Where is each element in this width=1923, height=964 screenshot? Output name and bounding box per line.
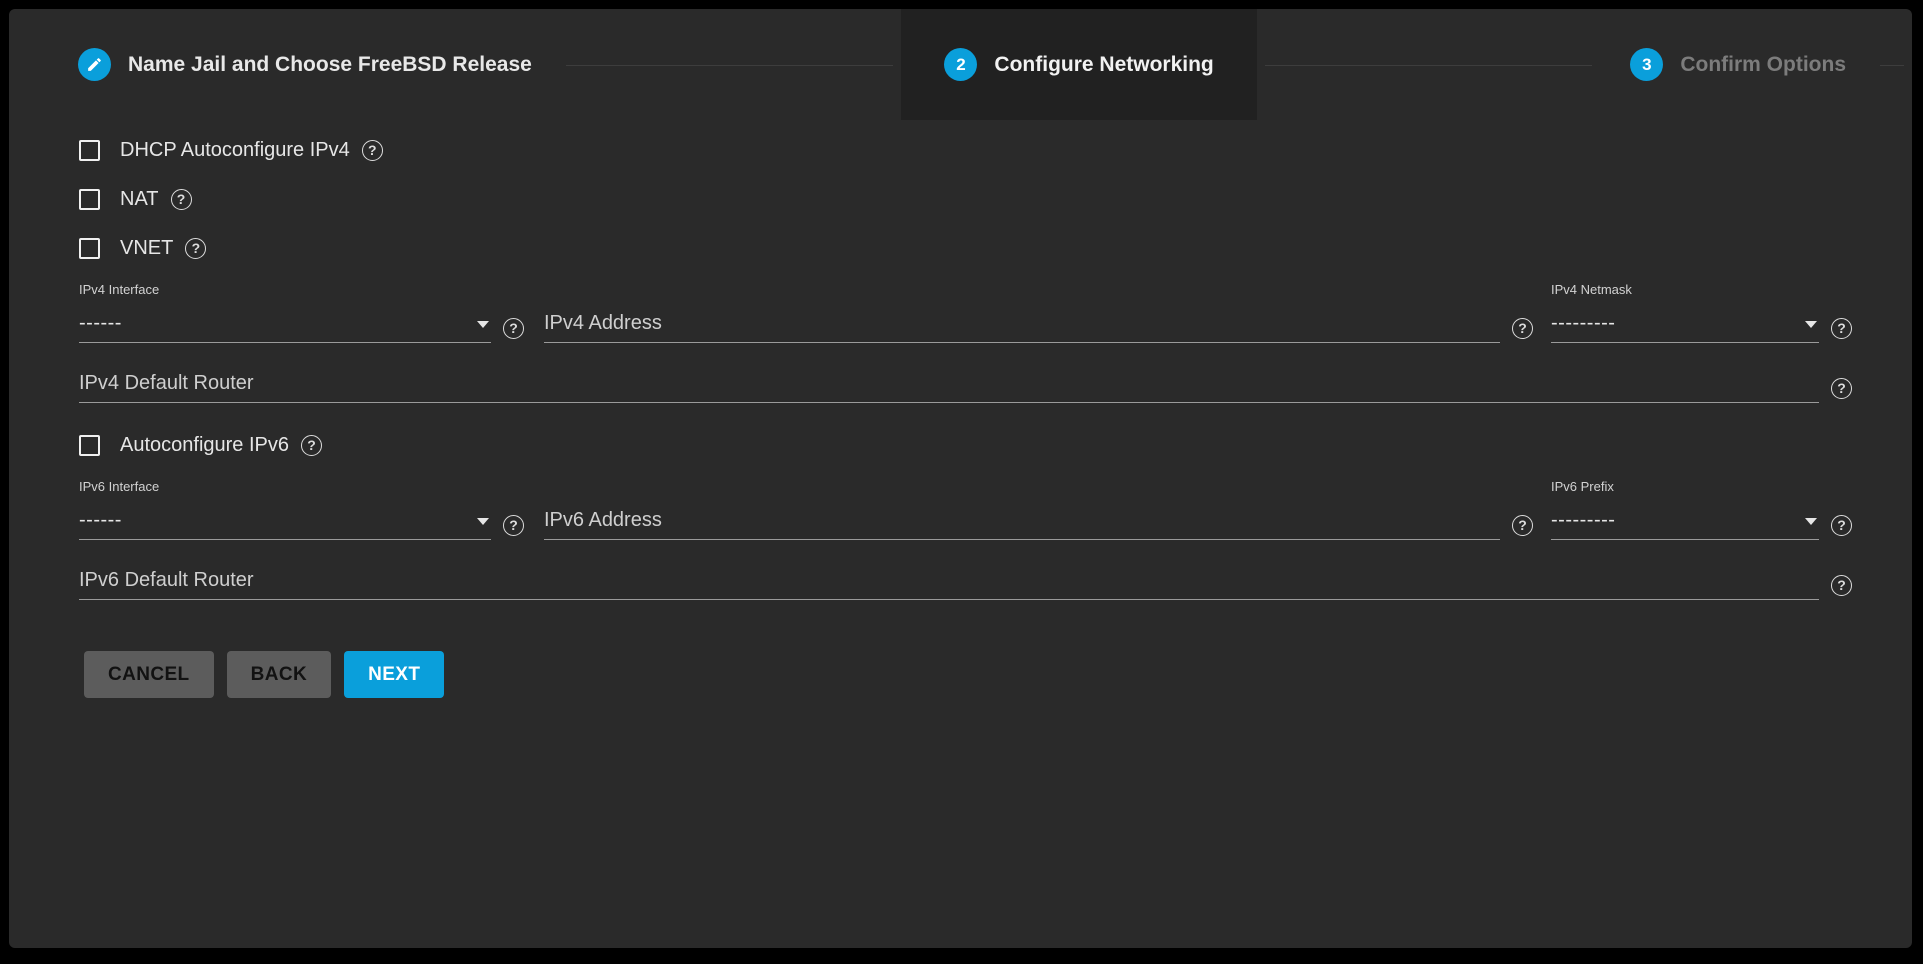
help-icon-ipv6-interface[interactable]: ? [503,515,524,536]
row-ipv6-default-router: IPv6 Default Router ? [79,568,1852,600]
step-badge-2: 2 [944,48,977,81]
help-wrap-ipv6-default-router: ? [1819,575,1852,600]
value-ipv4-netmask: --------- [1551,311,1819,335]
input-ipv4-address[interactable]: IPv4 Address [544,311,1500,343]
placeholder-ipv6-default-router: IPv6 Default Router [79,568,1819,592]
checkbox-nat[interactable] [79,189,100,210]
help-icon-ipv6-prefix[interactable]: ? [1831,515,1852,536]
help-icon-autoconfigure-ipv6[interactable]: ? [301,435,322,456]
row-ipv4-network: IPv4 Interface ------ ? IPv4 Address ? I… [79,282,1852,343]
help-icon-ipv4-interface[interactable]: ? [503,318,524,339]
label-dhcp-autoconfigure-ipv4: DHCP Autoconfigure IPv4 [120,139,350,162]
step-label-confirm-options: Confirm Options [1680,53,1846,77]
select-ipv4-netmask[interactable]: IPv4 Netmask --------- [1551,282,1819,343]
help-icon-nat[interactable]: ? [171,189,192,210]
input-ipv4-default-router[interactable]: IPv4 Default Router [79,371,1819,403]
checkbox-autoconfigure-ipv6[interactable] [79,435,100,456]
step-badge-3: 3 [1630,48,1663,81]
placeholder-ipv4-default-router: IPv4 Default Router [79,371,1819,395]
row-ipv4-default-router: IPv4 Default Router ? [79,371,1852,403]
cancel-button[interactable]: CANCEL [84,651,214,698]
input-ipv6-address[interactable]: IPv6 Address [544,508,1500,540]
select-ipv6-interface[interactable]: IPv6 Interface ------ [79,479,491,540]
label-autoconfigure-ipv6: Autoconfigure IPv6 [120,434,289,457]
back-button[interactable]: BACK [227,651,332,698]
help-wrap-ipv4-netmask: ? [1819,318,1852,343]
help-wrap-ipv6-interface: ? [491,515,524,540]
help-icon-ipv6-default-router[interactable]: ? [1831,575,1852,596]
checkbox-dhcp-autoconfigure-ipv4[interactable] [79,140,100,161]
wizard-card: Name Jail and Choose FreeBSD Release 2 C… [9,9,1912,948]
stepper-connector-2 [1257,9,1601,120]
step-name-jail[interactable]: Name Jail and Choose FreeBSD Release [9,9,558,120]
chevron-down-icon-ipv6-prefix[interactable] [1805,518,1817,525]
row-ipv6-network: IPv6 Interface ------ ? IPv6 Address ? I… [79,479,1852,540]
value-ipv4-interface: ------ [79,311,491,335]
step-configure-networking[interactable]: 2 Configure Networking [901,9,1256,120]
help-icon-ipv4-default-router[interactable]: ? [1831,378,1852,399]
value-ipv6-interface: ------ [79,508,491,532]
stepper-connector-1 [558,9,902,120]
help-wrap-ipv4-interface: ? [491,318,524,343]
help-wrap-ipv4-default-router: ? [1819,378,1852,403]
label-nat: NAT [120,188,159,211]
label-ipv4-interface: IPv4 Interface [79,282,491,297]
step-label-name-jail: Name Jail and Choose FreeBSD Release [128,53,532,77]
chevron-down-icon-ipv4-interface[interactable] [477,321,489,328]
help-icon-ipv4-netmask[interactable]: ? [1831,318,1852,339]
stepper-connector-3 [1872,9,1912,120]
placeholder-ipv4-address: IPv4 Address [544,311,1500,335]
select-ipv6-prefix[interactable]: IPv6 Prefix --------- [1551,479,1819,540]
value-ipv6-prefix: --------- [1551,508,1819,532]
input-ipv6-default-router[interactable]: IPv6 Default Router [79,568,1819,600]
help-wrap-ipv6-prefix: ? [1819,515,1852,540]
chevron-down-icon-ipv4-netmask[interactable] [1805,321,1817,328]
row-dhcp-autoconfigure-ipv4: DHCP Autoconfigure IPv4 ? [79,126,1852,175]
networking-form: DHCP Autoconfigure IPv4 ? NAT ? VNET ? I… [9,120,1912,600]
help-icon-dhcp-autoconfigure-ipv4[interactable]: ? [362,140,383,161]
row-nat: NAT ? [79,175,1852,224]
screen: Name Jail and Choose FreeBSD Release 2 C… [0,0,1923,964]
step-confirm-options[interactable]: 3 Confirm Options [1600,9,1872,120]
help-wrap-ipv6-address: ? [1500,515,1533,540]
help-icon-vnet[interactable]: ? [185,238,206,259]
row-autoconfigure-ipv6: Autoconfigure IPv6 ? [79,421,1852,470]
edit-pencil-icon [78,48,111,81]
step-label-configure-networking: Configure Networking [994,53,1213,77]
help-icon-ipv4-address[interactable]: ? [1512,318,1533,339]
label-vnet: VNET [120,237,173,260]
label-ipv4-netmask: IPv4 Netmask [1551,282,1819,297]
chevron-down-icon-ipv6-interface[interactable] [477,518,489,525]
label-ipv6-interface: IPv6 Interface [79,479,491,494]
next-button[interactable]: NEXT [344,651,444,698]
row-vnet: VNET ? [79,224,1852,273]
label-ipv6-prefix: IPv6 Prefix [1551,479,1819,494]
wizard-stepper: Name Jail and Choose FreeBSD Release 2 C… [9,9,1912,120]
help-wrap-ipv4-address: ? [1500,318,1533,343]
wizard-actions: CANCEL BACK NEXT [9,600,1912,698]
placeholder-ipv6-address: IPv6 Address [544,508,1500,532]
checkbox-vnet[interactable] [79,238,100,259]
help-icon-ipv6-address[interactable]: ? [1512,515,1533,536]
select-ipv4-interface[interactable]: IPv4 Interface ------ [79,282,491,343]
